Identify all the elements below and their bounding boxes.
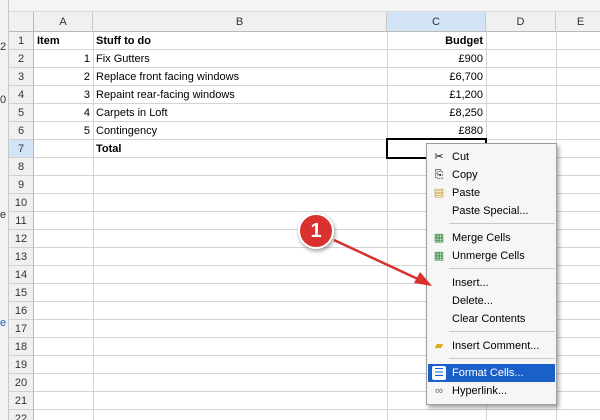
row-header[interactable]: 2	[9, 50, 34, 68]
row-header[interactable]: 8	[9, 158, 34, 176]
row-header[interactable]: 13	[9, 248, 34, 266]
row-header[interactable]: 7	[9, 140, 34, 158]
row-header[interactable]: 18	[9, 338, 34, 356]
cell-b7[interactable]: Total	[93, 140, 387, 158]
context-menu: ✂ Cut ⎘ Copy ▤ Paste Paste Special... ▦ …	[426, 143, 557, 405]
gutter-fragment: e	[0, 317, 7, 329]
menu-separator	[449, 223, 555, 224]
row-header[interactable]: 12	[9, 230, 34, 248]
menu-item-paste[interactable]: ▤ Paste	[428, 184, 555, 202]
menu-item-label: Cut	[452, 151, 470, 163]
menu-item-label: Clear Contents	[452, 313, 526, 325]
row-header[interactable]: 15	[9, 284, 34, 302]
menu-item-label: Format Cells...	[452, 367, 524, 379]
row-header[interactable]: 11	[9, 212, 34, 230]
menu-separator	[449, 268, 555, 269]
menu-item-cut[interactable]: ✂ Cut	[428, 148, 555, 166]
menu-item-label: Merge Cells	[452, 232, 511, 244]
cell-c3[interactable]: £6,700	[387, 68, 486, 86]
row-header[interactable]: 16	[9, 302, 34, 320]
menu-separator	[449, 331, 555, 332]
cell-b1[interactable]: Stuff to do	[93, 32, 387, 50]
format-cells-icon: ☰	[432, 366, 446, 380]
cell-b5[interactable]: Carpets in Loft	[93, 104, 387, 122]
menu-item-label: Hyperlink...	[452, 385, 508, 397]
row-header[interactable]: 17	[9, 320, 34, 338]
menu-item-insert[interactable]: Insert...	[428, 274, 555, 292]
select-all-corner[interactable]	[9, 12, 34, 32]
window-left-edge: 2 0 e e	[0, 0, 9, 420]
row-header[interactable]: 22	[9, 410, 34, 420]
cell-c1[interactable]: Budget	[387, 32, 486, 50]
row-header[interactable]: 9	[9, 176, 34, 194]
cell-a1[interactable]: Item	[34, 32, 93, 50]
menu-item-clear-contents[interactable]: Clear Contents	[428, 310, 555, 328]
menu-item-label: Delete...	[452, 295, 493, 307]
row-header[interactable]: 4	[9, 86, 34, 104]
cell-b4[interactable]: Repaint rear-facing windows	[93, 86, 387, 104]
row-header[interactable]: 19	[9, 356, 34, 374]
row-header[interactable]: 5	[9, 104, 34, 122]
cell-c2[interactable]: £900	[387, 50, 486, 68]
menu-item-format-cells[interactable]: ☰ Format Cells...	[428, 364, 555, 382]
cell-c5[interactable]: £8,250	[387, 104, 486, 122]
row-header[interactable]: 14	[9, 266, 34, 284]
row-header[interactable]: 10	[9, 194, 34, 212]
cell-a5[interactable]: 4	[34, 104, 93, 122]
menu-item-paste-special[interactable]: Paste Special...	[428, 202, 555, 220]
row-header[interactable]: 21	[9, 392, 34, 410]
row-header[interactable]: 20	[9, 374, 34, 392]
column-header-c[interactable]: C	[387, 12, 486, 32]
toolbar-edge	[9, 0, 600, 12]
menu-item-label: Insert Comment...	[452, 340, 540, 352]
grid-line	[34, 409, 600, 410]
menu-item-label: Paste	[452, 187, 481, 199]
cell-a4[interactable]: 3	[34, 86, 93, 104]
menu-item-unmerge-cells[interactable]: ▦ Unmerge Cells	[428, 247, 555, 265]
gutter-fragment: 2	[0, 41, 7, 53]
gutter-fragment: e	[0, 209, 7, 221]
row-header[interactable]: 1	[9, 32, 34, 50]
scissors-icon: ✂	[434, 151, 444, 163]
gutter-fragment: 0	[0, 94, 7, 106]
menu-item-label: Insert...	[452, 277, 489, 289]
menu-separator	[449, 358, 555, 359]
menu-item-label: Unmerge Cells	[452, 250, 525, 262]
comment-icon: ▰	[434, 340, 444, 352]
cell-b3[interactable]: Replace front facing windows	[93, 68, 387, 86]
column-header-a[interactable]: A	[34, 12, 93, 32]
menu-item-delete[interactable]: Delete...	[428, 292, 555, 310]
copy-icon: ⎘	[434, 169, 444, 181]
hyperlink-icon: ∞	[435, 385, 443, 397]
menu-item-hyperlink[interactable]: ∞ Hyperlink...	[428, 382, 555, 400]
row-header[interactable]: 3	[9, 68, 34, 86]
cell-b6[interactable]: Contingency	[93, 122, 387, 140]
cell-b2[interactable]: Fix Gutters	[93, 50, 387, 68]
cell-a3[interactable]: 2	[34, 68, 93, 86]
cell-a2[interactable]: 1	[34, 50, 93, 68]
column-header-d[interactable]: D	[486, 12, 556, 32]
merge-cells-icon: ▦	[433, 232, 445, 244]
column-header-b[interactable]: B	[93, 12, 387, 32]
cell-c4[interactable]: £1,200	[387, 86, 486, 104]
column-header-e[interactable]: E	[556, 12, 600, 32]
menu-item-label: Copy	[452, 169, 478, 181]
menu-item-copy[interactable]: ⎘ Copy	[428, 166, 555, 184]
cell-a6[interactable]: 5	[34, 122, 93, 140]
step-callout-badge: 1	[298, 213, 334, 249]
paste-icon: ▤	[433, 187, 445, 199]
menu-item-label: Paste Special...	[452, 205, 529, 217]
menu-item-insert-comment[interactable]: ▰ Insert Comment...	[428, 337, 555, 355]
menu-item-merge-cells[interactable]: ▦ Merge Cells	[428, 229, 555, 247]
row-header[interactable]: 6	[9, 122, 34, 140]
unmerge-cells-icon: ▦	[433, 250, 445, 262]
